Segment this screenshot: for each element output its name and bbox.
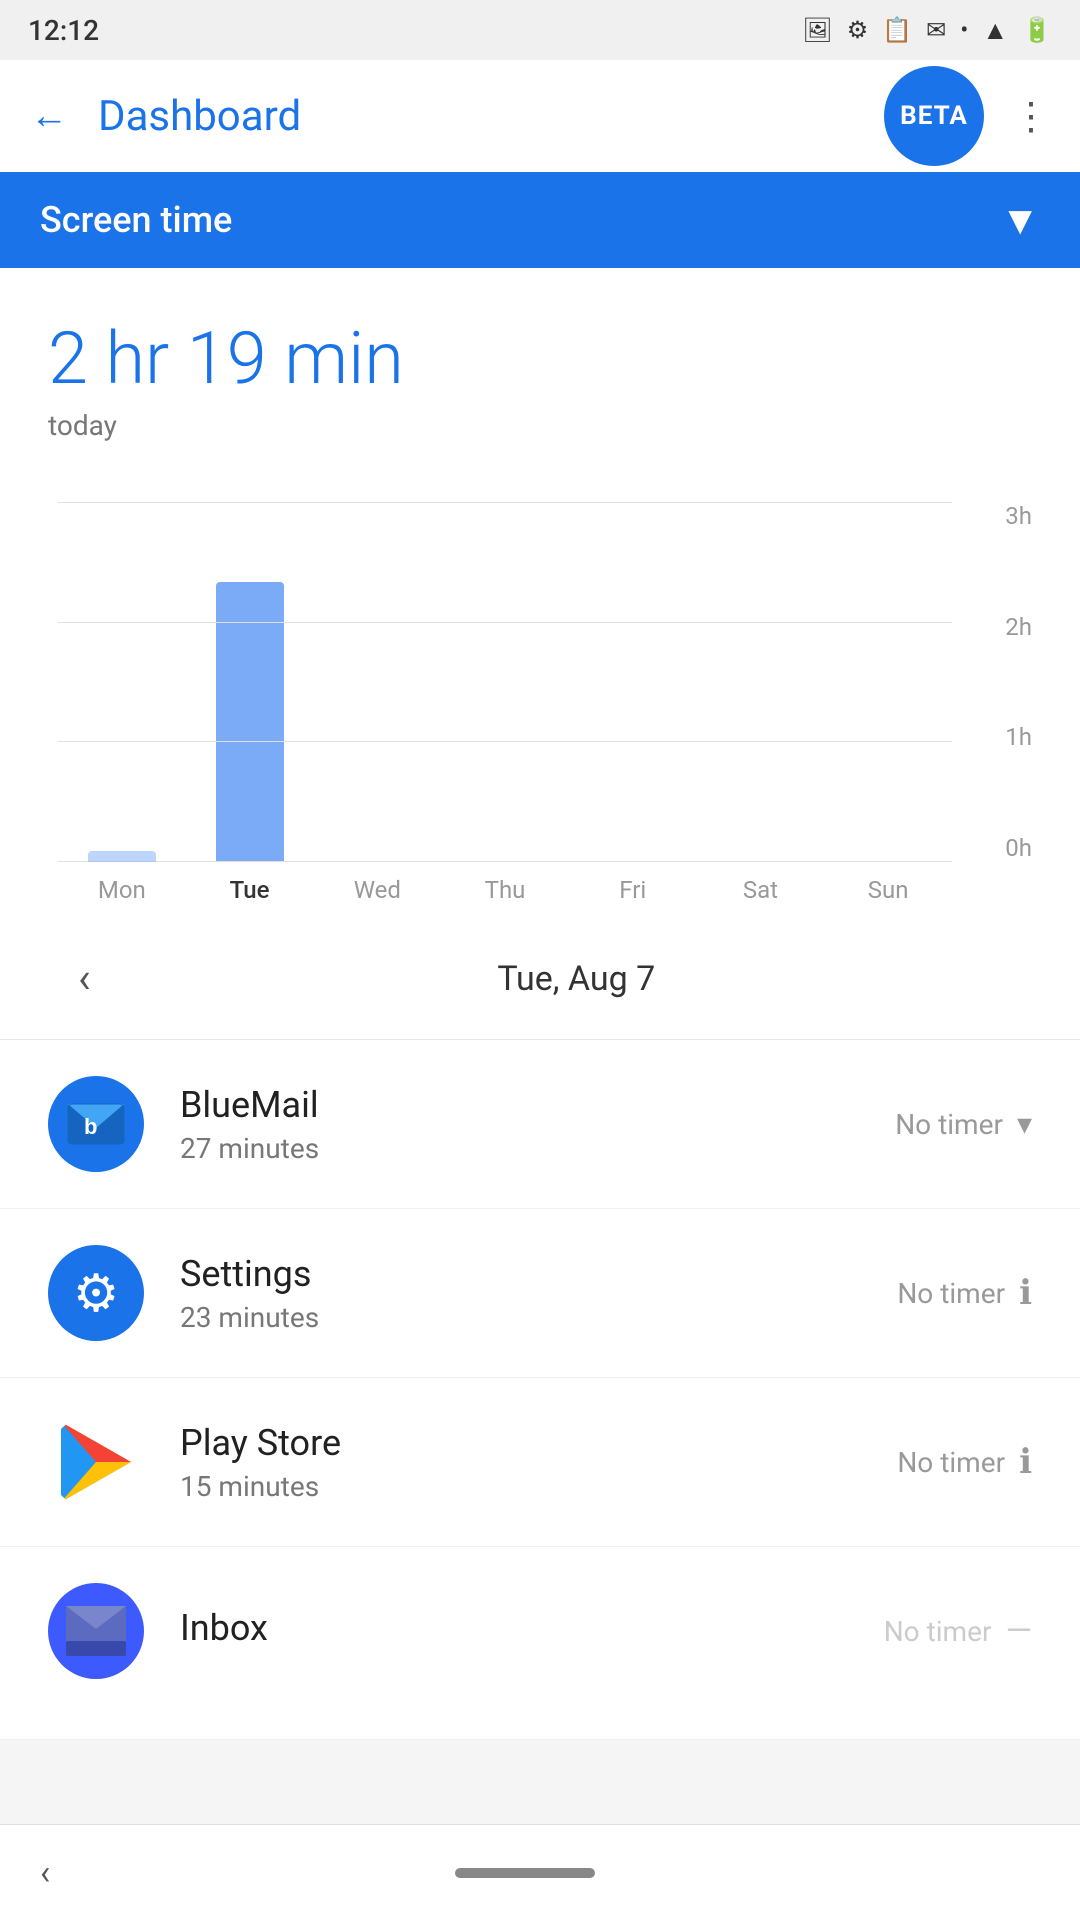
grid-line-2h bbox=[58, 622, 952, 623]
settings-info-icon[interactable]: ℹ bbox=[1019, 1273, 1032, 1313]
status-icons: 🖼 ⚙ 📋 ✉ • ▲ 🔋 bbox=[802, 15, 1052, 46]
settings-timer[interactable]: No timer ℹ bbox=[897, 1273, 1032, 1313]
inbox-app-icon bbox=[48, 1583, 144, 1679]
bluemail-name: BlueMail bbox=[180, 1084, 895, 1126]
chevron-down-icon: ▼ bbox=[1000, 197, 1040, 244]
playstore-app-icon bbox=[48, 1414, 144, 1510]
settings-app-icon: ⚙ bbox=[48, 1245, 144, 1341]
playstore-info-icon[interactable]: ℹ bbox=[1019, 1442, 1032, 1482]
date-navigation: ‹ Tue, Aug 7 bbox=[48, 934, 1032, 1039]
inbox-dash-icon[interactable]: — bbox=[1005, 1611, 1032, 1651]
list-item: ⚙ Settings 23 minutes No timer ℹ bbox=[0, 1209, 1080, 1378]
settings-name: Settings bbox=[180, 1253, 897, 1295]
playstore-info: Play Store 15 minutes bbox=[180, 1422, 897, 1503]
inbox-name: Inbox bbox=[180, 1607, 884, 1649]
playstore-time: 15 minutes bbox=[180, 1470, 897, 1503]
y-axis-labels: 3h 2h 1h 0h bbox=[962, 502, 1032, 862]
photo-icon: 🖼 bbox=[802, 16, 832, 44]
bluemail-info: BlueMail 27 minutes bbox=[180, 1084, 895, 1165]
inbox-info: Inbox bbox=[180, 1607, 884, 1655]
beta-badge: BETA bbox=[884, 66, 984, 166]
list-item: Play Store 15 minutes No timer ℹ bbox=[0, 1378, 1080, 1547]
app-list: b BlueMail 27 minutes No timer ▾ ⚙ Setti… bbox=[0, 1040, 1080, 1740]
current-date: Tue, Aug 7 bbox=[121, 959, 1032, 999]
status-bar: 12:12 🖼 ⚙ 📋 ✉ • ▲ 🔋 bbox=[0, 0, 1080, 60]
usage-chart: 3h 2h 1h 0h Mon Tue Wed Thu Fri Sat Sun bbox=[48, 482, 1032, 904]
games-icon: ⚙ bbox=[847, 16, 869, 44]
email-icon: ✉ bbox=[926, 16, 946, 44]
chart-area: 3h 2h 1h 0h bbox=[48, 502, 1032, 862]
settings-info: Settings 23 minutes bbox=[180, 1253, 897, 1334]
list-item: b BlueMail 27 minutes No timer ▾ bbox=[0, 1040, 1080, 1209]
inbox-no-timer: No timer bbox=[884, 1615, 992, 1648]
inbox-timer[interactable]: No timer — bbox=[884, 1611, 1032, 1651]
screen-time-label: Screen time bbox=[40, 199, 232, 241]
y-label-3h: 3h bbox=[962, 502, 1032, 530]
nav-back-button[interactable]: ‹ bbox=[40, 1853, 50, 1893]
grid-line-3h bbox=[58, 502, 952, 503]
svg-text:b: b bbox=[84, 1114, 97, 1139]
x-label-thu: Thu bbox=[441, 876, 569, 904]
bluemail-timer[interactable]: No timer ▾ bbox=[895, 1107, 1032, 1142]
x-axis-labels: Mon Tue Wed Thu Fri Sat Sun bbox=[48, 876, 1032, 904]
bluemail-time: 27 minutes bbox=[180, 1132, 895, 1165]
y-label-2h: 2h bbox=[962, 613, 1032, 641]
bluemail-svg-icon: b bbox=[66, 1100, 126, 1148]
x-label-wed: Wed bbox=[313, 876, 441, 904]
wifi-icon: ▲ bbox=[982, 15, 1008, 46]
settings-time: 23 minutes bbox=[180, 1301, 897, 1334]
y-label-0h: 0h bbox=[962, 834, 1032, 862]
settings-no-timer: No timer bbox=[897, 1277, 1005, 1310]
playstore-timer[interactable]: No timer ℹ bbox=[897, 1442, 1032, 1482]
playstore-svg-icon bbox=[51, 1417, 141, 1507]
x-label-mon: Mon bbox=[58, 876, 186, 904]
screen-time-header[interactable]: Screen time ▼ bbox=[0, 172, 1080, 268]
x-label-tue: Tue bbox=[186, 876, 314, 904]
grid-line-1h bbox=[58, 741, 952, 742]
clipboard-icon: 📋 bbox=[882, 16, 912, 44]
back-button[interactable]: ← bbox=[30, 94, 68, 138]
more-button[interactable]: ⋮ bbox=[1012, 94, 1050, 139]
page-title: Dashboard bbox=[98, 92, 864, 141]
list-item: Inbox No timer — bbox=[0, 1547, 1080, 1740]
bluemail-dropdown-icon[interactable]: ▾ bbox=[1017, 1107, 1032, 1142]
battery-icon: 🔋 bbox=[1022, 16, 1052, 44]
gear-icon: ⚙ bbox=[73, 1263, 120, 1324]
date-prev-button[interactable]: ‹ bbox=[48, 954, 121, 1003]
total-time-period: today bbox=[48, 409, 1032, 442]
app-bar: ← Dashboard BETA ⋮ bbox=[0, 60, 1080, 172]
bottom-nav-bar: ‹ bbox=[0, 1824, 1080, 1920]
total-time-value: 2 hr 19 min bbox=[48, 316, 1032, 401]
x-label-fri: Fri bbox=[569, 876, 697, 904]
home-indicator[interactable] bbox=[455, 1868, 595, 1878]
playstore-name: Play Store bbox=[180, 1422, 897, 1464]
status-time: 12:12 bbox=[28, 14, 99, 47]
playstore-no-timer: No timer bbox=[897, 1446, 1005, 1479]
x-label-sun: Sun bbox=[824, 876, 952, 904]
dot-icon: • bbox=[960, 16, 968, 44]
y-label-1h: 1h bbox=[962, 723, 1032, 751]
inbox-svg-icon bbox=[61, 1601, 131, 1661]
chart-grid bbox=[58, 502, 952, 862]
main-content: 2 hr 19 min today bbox=[0, 268, 1080, 1039]
bluemail-no-timer: No timer bbox=[895, 1108, 1003, 1141]
x-label-sat: Sat bbox=[697, 876, 825, 904]
bluemail-app-icon: b bbox=[48, 1076, 144, 1172]
grid-line-0h bbox=[58, 861, 952, 862]
